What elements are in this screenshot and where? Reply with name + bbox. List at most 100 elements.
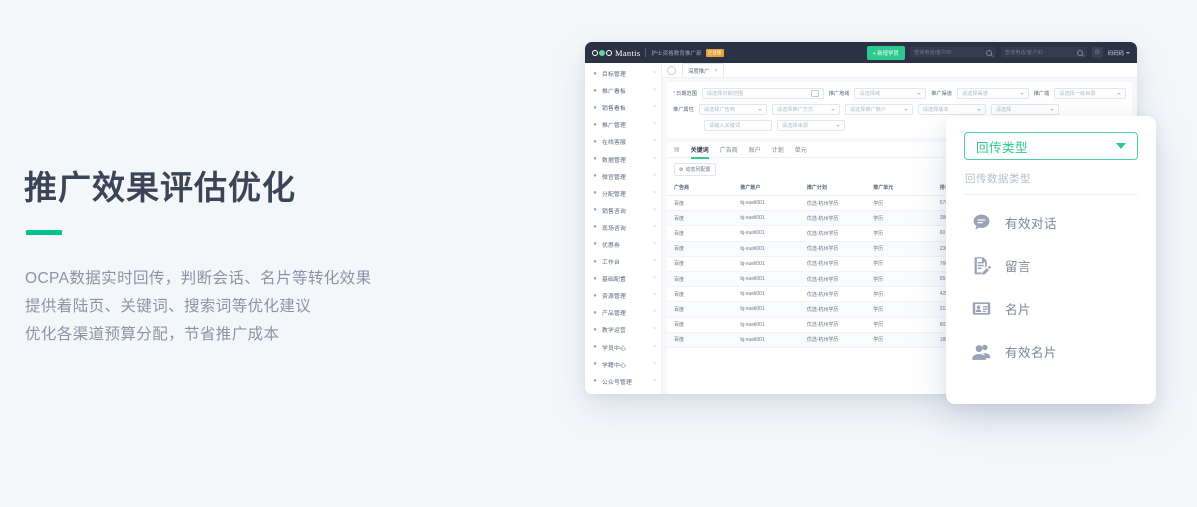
sidebar-item-13[interactable]: ● 资源管理 ˅ bbox=[585, 287, 661, 304]
tab-4[interactable]: 单元 bbox=[795, 145, 807, 154]
chevron-icon: ˅ bbox=[653, 275, 656, 282]
add-student-button[interactable]: + 新增学员 bbox=[866, 45, 905, 60]
sidebar-item-15[interactable]: ● 教学运营 ˅ bbox=[585, 321, 661, 338]
bar-chart-icon: ● bbox=[593, 104, 597, 111]
dropdown-option-3[interactable]: 有效名片 bbox=[964, 330, 1138, 373]
topbar-actions: + 新增学员 查询电话/客户ID 查询电话/客户ID ☉ 码码码 bbox=[866, 45, 1130, 60]
sidebar-item-0[interactable]: ● 目标管理 ˅ bbox=[585, 65, 661, 82]
dashboard-icon: ● bbox=[593, 87, 597, 94]
topbar-subtitle: 护士资格教育推广部 bbox=[651, 50, 702, 57]
home-icon[interactable] bbox=[667, 65, 676, 75]
sidebar-item-8[interactable]: ● 销售咨询 ˅ bbox=[585, 202, 661, 219]
sidebar-item-2[interactable]: ● 销售看板 ˅ bbox=[585, 99, 661, 116]
gear-icon: ⚙ bbox=[679, 166, 684, 173]
filter-row-0: 日期范围 请选择日期范围 推广地域 请选择域 推广渠道 请选择渠道 推广端 请选择一级目录 bbox=[673, 88, 1126, 99]
share-icon: ● bbox=[593, 190, 597, 197]
sidebar-item-6[interactable]: ● 微官管理 ˅ bbox=[585, 168, 661, 185]
chevron-down-icon bbox=[917, 92, 922, 95]
filter-control-0-2[interactable]: 请选择渠道 bbox=[956, 88, 1029, 99]
filter-label: 推广属性 bbox=[673, 107, 694, 113]
dropdown-option-label: 有效对话 bbox=[1005, 217, 1058, 231]
chevron-down-icon bbox=[836, 124, 840, 127]
sidebar-item-19[interactable]: ●营销工具˅ bbox=[585, 390, 661, 394]
callback-type-value: 回传类型 bbox=[976, 140, 1029, 155]
dropdown-option-2[interactable]: 名片 bbox=[964, 287, 1138, 330]
chevron-down-icon bbox=[1116, 143, 1126, 149]
table-cell: 百度 bbox=[667, 210, 734, 227]
chevron-icon: ˅ bbox=[653, 240, 656, 247]
chevron-icon: ˅ bbox=[653, 104, 656, 111]
sidebar-item-label: 销售看板 bbox=[602, 106, 626, 113]
sidebar-item-7[interactable]: ● 分配管理 ˅ bbox=[585, 185, 661, 202]
chevron-icon: ˅ bbox=[653, 258, 656, 265]
sidebar-item-label: 优惠券 bbox=[602, 242, 620, 249]
close-icon[interactable]: ✕ bbox=[714, 68, 719, 74]
table-header-cell: 广告商 bbox=[667, 180, 734, 196]
sidebar-item-9[interactable]: ● 现场咨询 ˅ bbox=[585, 219, 661, 236]
id-icon: ● bbox=[593, 361, 597, 368]
open-tab[interactable]: 深度推广 ✕ bbox=[682, 63, 725, 77]
topbar-search-1[interactable]: 查询电话/客户ID bbox=[909, 47, 996, 58]
filter-control-0-3[interactable]: 请选择一级目录 bbox=[1054, 88, 1126, 99]
filter-control-2-1[interactable]: 请选择来源 bbox=[777, 120, 845, 131]
sidebar-item-18[interactable]: ● 公众号管理 ˅ bbox=[585, 373, 661, 390]
sidebar-item-10[interactable]: ● 优惠券 ˅ bbox=[585, 236, 661, 253]
filter-placeholder: 请选择来源 bbox=[782, 123, 808, 129]
sidebar-item-14[interactable]: ● 产品管理 ˅ bbox=[585, 304, 661, 321]
chevron-icon: ˅ bbox=[653, 309, 656, 316]
filter-control-1-3[interactable]: 请选择版本 bbox=[917, 104, 986, 115]
tab-3[interactable]: 计划 bbox=[772, 145, 784, 154]
filter-control-0-0[interactable]: 请选择日期范围 bbox=[701, 88, 824, 99]
student-icon: ● bbox=[593, 344, 597, 351]
chevron-icon: ˅ bbox=[653, 343, 656, 350]
chevron-icon: ˅ bbox=[653, 138, 656, 145]
table-cell: bj-xueli001 bbox=[733, 241, 800, 257]
dropdown-option-0[interactable]: 有效对话 bbox=[964, 201, 1138, 244]
tab-2[interactable]: 账户 bbox=[749, 145, 761, 154]
tab-0[interactable]: 关键词 bbox=[690, 145, 709, 159]
callback-type-select[interactable]: 回传类型 bbox=[964, 132, 1138, 160]
table-cell: 学历 bbox=[866, 301, 933, 318]
sidebar-item-label: 销售咨询 bbox=[602, 208, 626, 215]
chevron-icon: ˅ bbox=[653, 172, 656, 179]
sidebar-item-1[interactable]: ● 推广看板 ˅ bbox=[585, 82, 661, 99]
sidebar-item-label: 目标管理 bbox=[602, 72, 626, 79]
column-config-button[interactable]: ⚙ 动态列配置 bbox=[674, 163, 716, 176]
filter-control-1-0[interactable]: 请选择广告商 bbox=[698, 104, 767, 115]
filter-control-0-1[interactable]: 请选择域 bbox=[854, 88, 927, 99]
topbar-search-2[interactable]: 查询电话/客户ID bbox=[1000, 47, 1087, 58]
open-tab-label: 深度推广 bbox=[688, 68, 710, 75]
sidebar-item-4[interactable]: ● 在线客服 ˅ bbox=[585, 133, 661, 150]
user-menu[interactable]: 码码码 bbox=[1108, 49, 1130, 57]
filter-control-1-2[interactable]: 请选择推广账户 bbox=[844, 104, 913, 115]
filter-control-1-1[interactable]: 请选择推广方式 bbox=[771, 104, 840, 115]
chevron-icon: ˅ bbox=[653, 70, 656, 77]
sidebar-item-label: 推广看板 bbox=[602, 89, 626, 96]
sidebar-item-11[interactable]: ● 工作台 ˅ bbox=[585, 253, 661, 270]
sidebar-item-12[interactable]: ● 基础配置 ˅ bbox=[585, 270, 661, 287]
feature-bullet: OCPA数据实时回传，判断会话、名片等转化效果 bbox=[25, 269, 372, 287]
table-cell: 优选-杭州学历 bbox=[799, 271, 867, 288]
table-cell: 优选-杭州学历 bbox=[799, 241, 867, 257]
filter-control-2-0[interactable]: 请输入关键词 bbox=[704, 120, 772, 131]
bell-icon[interactable]: ☉ bbox=[1091, 47, 1103, 58]
dropdown-option-1[interactable]: 留言 bbox=[964, 244, 1138, 287]
sidebar-item-label: 分配管理 bbox=[602, 191, 626, 198]
table-cell: 学历 bbox=[866, 271, 933, 288]
sidebar-item-17[interactable]: ● 学籍中心 ˅ bbox=[585, 356, 661, 373]
ticket-icon: ● bbox=[593, 241, 597, 248]
sidebar-item-16[interactable]: ● 学员中心 ˅ bbox=[585, 339, 661, 356]
feature-bullet-list: OCPA数据实时回传，判断会话、名片等转化效果 提供着陆页、关键词、搜索词等优化… bbox=[25, 265, 504, 349]
feature-bullet: 优化各渠道预算分配，节省推广成本 bbox=[25, 325, 280, 343]
dropdown-option-list: 有效对话留言 名片 有效名片 bbox=[964, 195, 1138, 373]
sidebar-item-5[interactable]: ● 数据管理 ˅ bbox=[585, 150, 661, 167]
table-cell: bj-xueli001 bbox=[733, 271, 800, 288]
sidebar-item-label: 学籍中心 bbox=[602, 362, 626, 369]
chevron-icon: ˅ bbox=[653, 223, 656, 230]
chevron-down-icon bbox=[830, 108, 835, 111]
filter-control-1-4[interactable]: 请选择 bbox=[990, 104, 1059, 115]
search-icon bbox=[1076, 49, 1083, 56]
sidebar-item-3[interactable]: ● 推广管理 ˅ bbox=[585, 116, 661, 133]
tab-1[interactable]: 广告商 bbox=[720, 145, 738, 154]
chevron-down-icon bbox=[1019, 92, 1024, 95]
